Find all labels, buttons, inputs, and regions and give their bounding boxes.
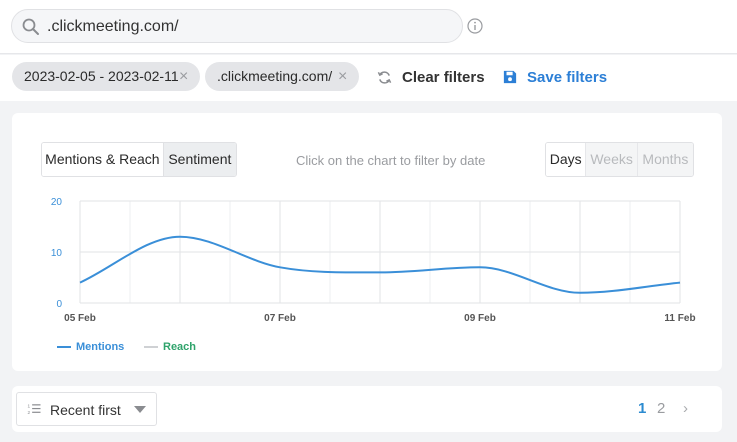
domain-chip[interactable]: .clickmeeting.com/ ×	[205, 62, 359, 91]
sort-label: Recent first	[50, 402, 121, 418]
chevron-right-icon[interactable]: ›	[683, 400, 688, 417]
search-icon	[22, 18, 39, 35]
y-tick-label: 10	[51, 248, 63, 259]
sort-dropdown[interactable]: 1 2 Recent first	[16, 392, 157, 426]
mentions-chart[interactable]: 0 10 20 05 Feb 07 Feb 09 Feb 11 Feb	[12, 113, 722, 338]
save-filters-label: Save filters	[527, 69, 608, 86]
legend-line	[57, 346, 71, 349]
x-tick-label: 07 Feb	[264, 313, 296, 324]
chart-panel: Mentions & Reach Sentiment Click on the …	[12, 113, 722, 371]
list-controls: 1 2 Recent first 1 2 ›	[12, 386, 722, 432]
date-range-chip[interactable]: 2023-02-05 - 2023-02-11 ×	[12, 62, 200, 91]
close-icon[interactable]: ×	[179, 62, 188, 91]
legend-line	[144, 346, 158, 349]
sort-list-icon: 1 2	[28, 404, 41, 415]
legend-reach[interactable]: Reach	[144, 341, 196, 353]
close-icon[interactable]: ×	[338, 62, 347, 91]
filter-bar: 2023-02-05 - 2023-02-11 × .clickmeeting.…	[0, 55, 737, 101]
search-bar: .clickmeeting.com/	[0, 0, 737, 54]
caret-down-icon	[134, 406, 146, 413]
search-input[interactable]: .clickmeeting.com/	[11, 9, 463, 43]
x-tick-label: 05 Feb	[64, 313, 96, 324]
search-value: .clickmeeting.com/	[47, 18, 179, 35]
y-tick-label: 20	[51, 197, 63, 208]
svg-text:2: 2	[28, 410, 31, 415]
legend-mentions-label: Mentions	[76, 341, 125, 353]
info-icon[interactable]	[467, 18, 483, 34]
refresh-icon	[377, 71, 392, 84]
page-1-link[interactable]: 1	[638, 400, 646, 417]
svg-text:1: 1	[28, 404, 31, 409]
page-2-link[interactable]: 2	[657, 400, 665, 417]
clear-filters-label: Clear filters	[402, 69, 485, 86]
legend-reach-label: Reach	[163, 341, 197, 353]
x-tick-label: 11 Feb	[664, 313, 695, 324]
domain-chip-label: .clickmeeting.com/	[217, 68, 333, 84]
y-tick-label: 0	[56, 299, 62, 310]
date-range-chip-label: 2023-02-05 - 2023-02-11	[24, 68, 179, 84]
save-icon	[503, 70, 517, 84]
legend-mentions[interactable]: Mentions	[57, 341, 124, 353]
x-tick-label: 09 Feb	[464, 313, 496, 324]
